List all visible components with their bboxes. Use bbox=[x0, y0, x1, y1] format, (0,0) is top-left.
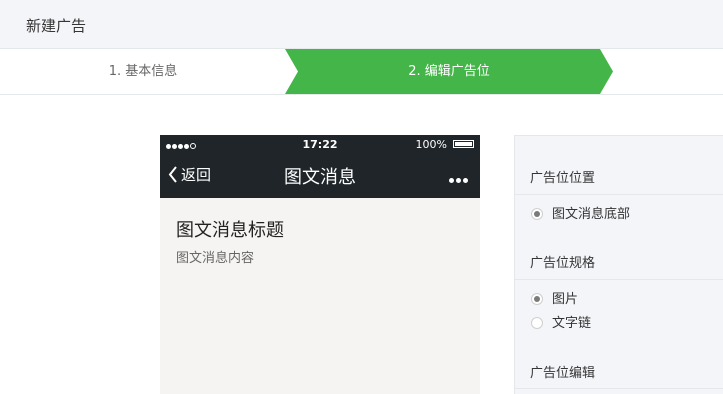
step-bar: 1. 基本信息 2. 编辑广告位 bbox=[0, 49, 723, 95]
message-content: 图文消息内容 bbox=[176, 251, 255, 266]
section-title-edit: 广告位编辑 bbox=[530, 366, 596, 381]
section-title-position: 广告位位置 bbox=[530, 171, 596, 186]
step-edit-ad-slot[interactable]: 2. 编辑广告位 bbox=[285, 49, 613, 94]
phone-nav-bar: 返回 图文消息 bbox=[160, 154, 480, 198]
divider bbox=[515, 194, 723, 195]
radio-label: 图片 bbox=[552, 292, 579, 307]
step-basic-info[interactable]: 1. 基本信息 bbox=[0, 49, 286, 94]
page-header: 新建广告 bbox=[0, 0, 723, 49]
battery-icon bbox=[453, 140, 474, 148]
step-edit-ad-slot-label: 2. 编辑广告位 bbox=[408, 64, 490, 79]
radio-option-article-bottom[interactable]: 图文消息底部 bbox=[531, 203, 630, 222]
radio-checked-icon bbox=[531, 293, 543, 305]
radio-unchecked-icon bbox=[531, 317, 543, 329]
radio-option-image[interactable]: 图片 bbox=[531, 288, 578, 307]
section-title-spec: 广告位规格 bbox=[530, 256, 596, 271]
battery-percentage: 100% bbox=[415, 138, 447, 151]
phone-preview: 17:22 100% 返回 图文消息 图文消息标题 图文消息内容 bbox=[160, 135, 480, 394]
message-title: 图文消息标题 bbox=[176, 220, 284, 241]
divider bbox=[515, 388, 723, 389]
page-title: 新建广告 bbox=[26, 17, 87, 35]
radio-label: 图文消息底部 bbox=[552, 207, 631, 222]
radio-option-text-link[interactable]: 文字链 bbox=[531, 312, 591, 331]
divider bbox=[515, 279, 723, 280]
nav-title: 图文消息 bbox=[284, 167, 356, 188]
more-dots-icon[interactable] bbox=[447, 168, 468, 187]
radio-checked-icon bbox=[531, 208, 543, 220]
phone-status-bar: 17:22 100% bbox=[160, 135, 480, 154]
radio-label: 文字链 bbox=[552, 316, 592, 331]
ad-slot-settings-panel: 广告位位置 图文消息底部 广告位规格 图片 文字链 广告位编辑 bbox=[514, 135, 723, 394]
